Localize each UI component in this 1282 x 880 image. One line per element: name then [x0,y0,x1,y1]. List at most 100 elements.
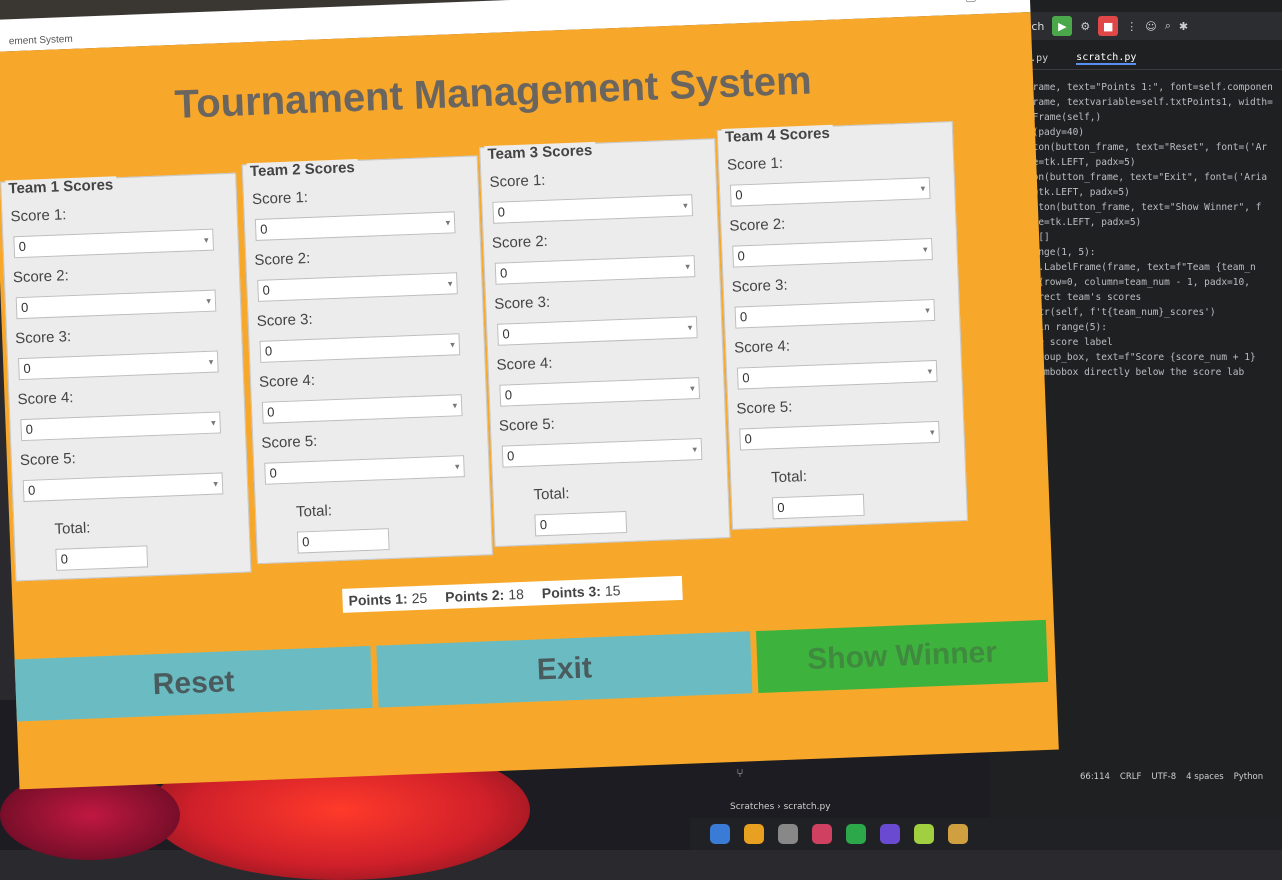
team-3-score-4-combobox[interactable]: 0 ▾ [499,377,701,407]
chevron-down-icon[interactable]: ▾ [455,456,460,476]
combobox-value: 0 [502,326,510,342]
team-2-score-1-combobox[interactable]: 0 ▾ [254,211,456,241]
close-icon[interactable]: ✕ [999,0,1011,3]
chevron-down-icon[interactable]: ▾ [692,439,697,459]
team-2-score-3-combobox[interactable]: 0 ▾ [259,333,461,363]
team-4-score-3-combobox[interactable]: 0 ▾ [734,298,936,329]
points-1-field[interactable]: 25 [409,589,430,607]
maximize-icon[interactable]: ▢ [964,0,977,5]
exit-button[interactable]: Exit [376,631,753,708]
language[interactable]: Python [1234,772,1263,782]
chevron-down-icon[interactable]: ▾ [452,395,457,415]
code-line: getattr(self, f't{team_num}_scores') [1004,307,1216,318]
team-1-score-1-combobox[interactable]: 0 ▾ [13,228,215,259]
chevron-down-icon[interactable]: ▾ [683,195,688,215]
team-3-score-1-combobox[interactable]: 0 ▾ [492,194,694,224]
code-line: in range(1, 5): [1004,247,1096,258]
git-icon[interactable]: ⑂ [736,766,743,780]
team-2-score-4-combobox[interactable]: 0 ▾ [261,394,463,424]
window-title: ement System [8,33,73,47]
team-4-score-4-combobox[interactable]: 0 ▾ [736,359,938,390]
team-4-score-2-combobox[interactable]: 0 ▾ [732,237,933,268]
app2-icon[interactable] [880,824,900,844]
team-3-score-3-combobox[interactable]: 0 ▾ [497,316,698,346]
edge-icon[interactable] [710,824,730,844]
more-icon[interactable]: ⋮ [1126,16,1137,36]
team-1-total-label: Total: [54,519,91,538]
team-2-score-2-combobox[interactable]: 0 ▾ [257,272,458,302]
team-2-score-5-combobox[interactable]: 0 ▾ [264,455,465,485]
debug-icon[interactable]: ⚙ [1080,16,1090,36]
combobox-value: 0 [734,187,743,203]
user-icon[interactable]: ☺ [1145,16,1156,36]
team-3-score-2-combobox[interactable]: 0 ▾ [494,255,696,285]
chevron-down-icon[interactable]: ▾ [448,273,453,293]
code-line: tk.Button(button_frame, text="Show Winne… [1004,202,1262,213]
team-3-score-4-label: Score 4: [496,354,553,374]
chevron-down-icon[interactable]: ▾ [687,317,693,337]
points-2-field[interactable]: 18 [505,585,527,603]
spotify-icon[interactable] [846,824,866,844]
encoding[interactable]: UTF-8 [1151,772,1176,782]
indent[interactable]: 4 spaces [1186,772,1223,782]
team-3-total-field[interactable]: 0 [534,510,628,537]
chevron-down-icon[interactable]: ▾ [925,300,930,320]
combobox-value: 0 [744,431,753,447]
show-winner-button[interactable]: Show Winner [756,619,1049,693]
chevron-down-icon[interactable]: ▾ [450,334,455,354]
minimize-icon[interactable]: – [935,0,943,6]
team-1-score-5-combobox[interactable]: 0 ▾ [22,472,224,503]
team-1-score-3-combobox[interactable]: 0 ▾ [18,350,219,381]
app-icon[interactable] [812,824,832,844]
chevron-down-icon[interactable]: ▾ [211,413,216,433]
store-icon[interactable] [778,824,798,844]
combobox-value: 0 [264,343,273,359]
team-2-total-field[interactable]: 0 [296,528,390,554]
run-icon[interactable]: ▶ [1052,16,1073,36]
cursor-position[interactable]: 66:114 [1080,772,1110,782]
chevron-down-icon[interactable]: ▾ [445,212,450,232]
team-4-score-1-combobox[interactable]: 0 ▾ [729,177,931,207]
line-ending[interactable]: CRLF [1120,772,1141,782]
chevron-down-icon[interactable]: ▾ [930,422,935,442]
team-4-total-field[interactable]: 0 [771,493,865,520]
team-1-score-4-combobox[interactable]: 0 ▾ [20,411,222,442]
stop-icon[interactable]: ■ [1098,16,1119,36]
search-icon[interactable]: ⌕ [1165,16,1171,36]
team-3-score-5-combobox[interactable]: 0 ▾ [501,437,703,468]
code-editor[interactable]: nts_frame, text="Points 1:", font=self.c… [1004,80,1282,380]
team-2-score-4-label: Score 4: [258,371,316,391]
chevron-down-icon[interactable]: ▾ [213,474,218,494]
points-2-label: Points 2: [444,586,505,605]
team-4-score-5-label: Score 5: [736,398,793,418]
code-line: = tk.Frame(self,) [1004,112,1102,123]
tab-scratch[interactable]: scratch.py [1076,52,1137,65]
settings-icon[interactable]: ✱ [1179,16,1188,36]
team-4-score-2-label: Score 2: [729,215,786,235]
code-line: he correct team's scores [1004,292,1142,303]
reset-button[interactable]: Reset [14,645,373,722]
chevron-down-icon[interactable]: ▾ [923,239,928,259]
chevron-down-icon[interactable]: ▾ [208,352,214,372]
combobox-value: 0 [262,282,271,298]
team-1-score-5-label: Score 5: [19,450,77,470]
code-line: x = tk.LabelFrame(frame, text=f"Team {te… [1004,262,1256,273]
chrome-icon[interactable] [744,824,764,844]
chevron-down-icon[interactable]: ▾ [204,230,209,250]
chevron-down-icon[interactable]: ▾ [920,178,925,198]
team-4-score-5-combobox[interactable]: 0 ▾ [739,420,940,451]
chevron-down-icon[interactable]: ▾ [690,378,695,398]
python-icon[interactable] [948,824,968,844]
points-bar: Points 1: 25 Points 2: 18 Points 3: 15 [342,575,683,613]
points-3-field[interactable]: 15 [602,582,623,599]
chevron-down-icon[interactable]: ▾ [927,361,932,381]
pycharm-icon[interactable] [914,824,934,844]
ide-breadcrumb[interactable]: Scratches › scratch.py [730,802,831,812]
chevron-down-icon[interactable]: ▾ [206,291,211,311]
combobox-value: 0 [506,448,515,464]
team-1-total-field[interactable]: 0 [55,545,149,571]
chevron-down-icon[interactable]: ▾ [685,256,690,276]
code-line: k.Button(button_frame, text="Reset", fon… [1004,142,1268,153]
combobox-value: 0 [23,360,31,376]
team-1-score-2-combobox[interactable]: 0 ▾ [15,289,217,320]
